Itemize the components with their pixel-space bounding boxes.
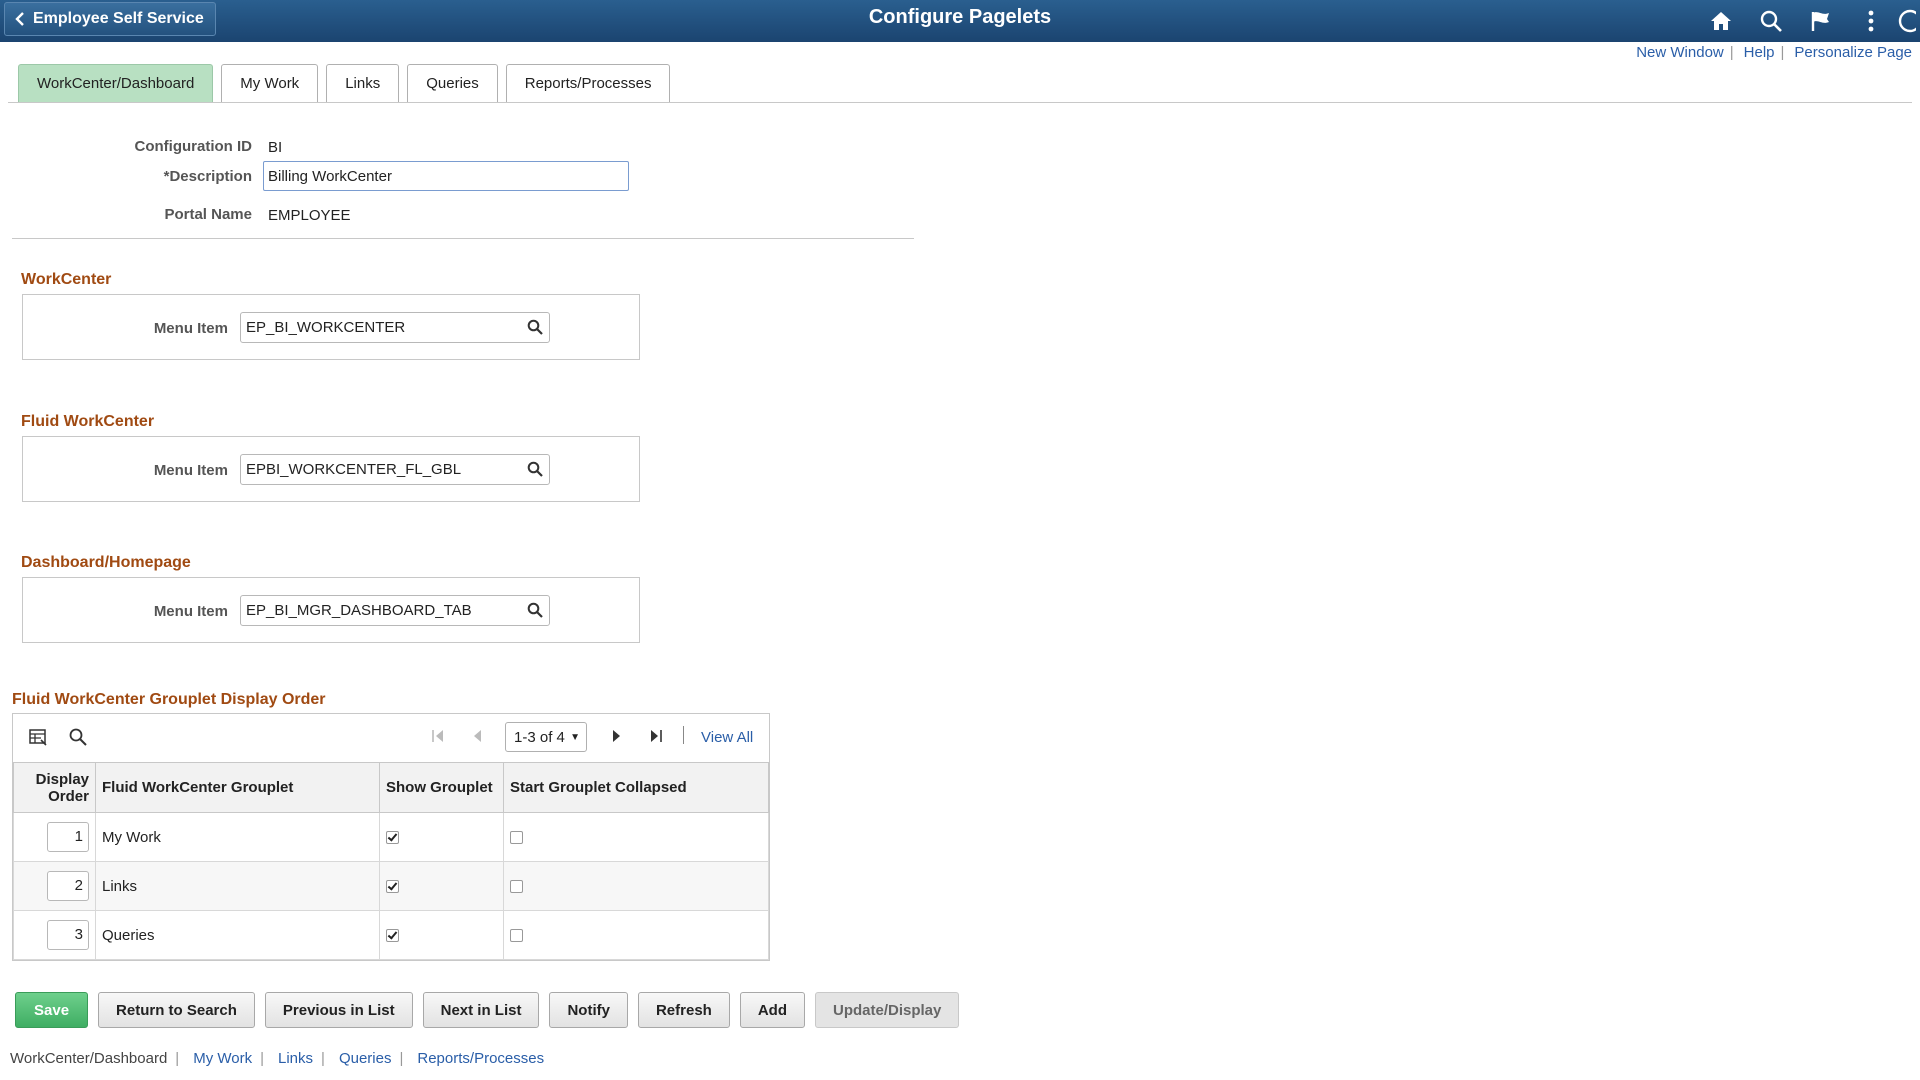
- grid-title: Fluid WorkCenter Grouplet Display Order: [12, 691, 326, 708]
- column-header-grouplet: Fluid WorkCenter Grouplet: [95, 762, 380, 813]
- table-row: 2 Links: [13, 861, 769, 911]
- next-page-icon[interactable]: [611, 728, 623, 744]
- divider: [12, 238, 914, 239]
- start-collapsed-checkbox[interactable]: [510, 880, 523, 894]
- grouplet-name: Links: [95, 861, 380, 911]
- page-selector[interactable]: 1-3 of 4 ▼: [505, 722, 587, 752]
- grouplet-grid: 1-3 of 4 ▼ View All Display Order Fluid …: [12, 713, 770, 961]
- column-header-start-collapsed: Start Grouplet Collapsed: [503, 762, 769, 813]
- personalize-grid-icon[interactable]: [29, 728, 47, 746]
- flag-icon[interactable]: [1796, 6, 1846, 36]
- start-collapsed-checkbox[interactable]: [510, 831, 523, 845]
- column-header-show-grouplet: Show Grouplet: [379, 762, 504, 813]
- page-range-text: 1-3 of 4: [514, 728, 565, 746]
- dashboard-homepage-box: Menu Item EP_BI_MGR_DASHBOARD_TAB: [22, 577, 640, 643]
- tab-divider: [8, 102, 1912, 103]
- banner: Employee Self Service Configure Pagelets: [0, 0, 1920, 42]
- fluid-workcenter-menu-item-field[interactable]: EPBI_WORKCENTER_FL_GBL: [240, 454, 550, 485]
- save-button[interactable]: Save: [15, 992, 89, 1028]
- portal-name-label: Portal Name: [164, 206, 252, 223]
- portal-name-value: EMPLOYEE: [268, 207, 351, 224]
- bottom-link-queries[interactable]: Queries: [339, 1050, 392, 1067]
- display-order-field[interactable]: 2: [47, 871, 89, 901]
- navbar-icon[interactable]: [1896, 6, 1920, 36]
- menu-item-label: Menu Item: [153, 462, 228, 479]
- lookup-icon[interactable]: [527, 319, 543, 335]
- display-order-field[interactable]: 1: [47, 822, 89, 852]
- tab-bar: WorkCenter/Dashboard My Work Links Queri…: [18, 64, 678, 102]
- display-order-field[interactable]: 3: [47, 920, 89, 950]
- lookup-icon[interactable]: [527, 461, 543, 477]
- table-row: 1 My Work: [13, 812, 769, 862]
- last-page-icon[interactable]: [649, 728, 663, 744]
- previous-page-icon[interactable]: [471, 728, 483, 744]
- bottom-links: WorkCenter/Dashboard | My Work | Links | Qu…: [10, 1050, 545, 1067]
- workcenter-box: Menu Item EP_BI_WORKCENTER: [22, 294, 640, 360]
- fluid-workcenter-box: Menu Item EPBI_WORKCENTER_FL_GBL: [22, 436, 640, 502]
- help-link[interactable]: Help: [1744, 44, 1775, 61]
- column-header-display-order: Display Order: [13, 762, 96, 813]
- dashboard-menu-item-field[interactable]: EP_BI_MGR_DASHBOARD_TAB: [240, 595, 550, 626]
- personalize-page-link[interactable]: Personalize Page: [1794, 44, 1912, 61]
- page-title: Configure Pagelets: [868, 6, 1052, 28]
- configuration-id-value: BI: [268, 139, 283, 156]
- workcenter-section-title: WorkCenter: [21, 271, 112, 288]
- grid-toolbar: 1-3 of 4 ▼ View All: [13, 714, 769, 762]
- more-vertical-icon[interactable]: [1846, 6, 1896, 36]
- start-collapsed-checkbox[interactable]: [510, 929, 523, 943]
- menu-item-label: Menu Item: [153, 603, 228, 620]
- chevron-down-icon: ▼: [570, 732, 580, 743]
- separator: [683, 726, 684, 744]
- description-label: *Description: [163, 168, 252, 185]
- home-icon[interactable]: [1696, 6, 1746, 36]
- dashboard-homepage-section-title: Dashboard/Homepage: [21, 554, 191, 571]
- first-page-icon[interactable]: [431, 728, 445, 744]
- bottom-link-workcenter-dashboard: WorkCenter/Dashboard: [10, 1050, 168, 1067]
- show-grouplet-checkbox[interactable]: [386, 880, 399, 894]
- bottom-link-my-work[interactable]: My Work: [193, 1050, 252, 1067]
- tab-reports-processes[interactable]: Reports/Processes: [505, 64, 671, 102]
- next-in-list-button[interactable]: Next in List: [422, 992, 540, 1028]
- search-icon[interactable]: [1746, 6, 1796, 36]
- menu-item-value: EPBI_WORKCENTER_FL_GBL: [246, 461, 462, 478]
- table-row: 3 Queries: [13, 910, 769, 960]
- update-display-button[interactable]: Update/Display: [815, 992, 960, 1028]
- show-grouplet-checkbox[interactable]: [386, 831, 399, 845]
- configuration-id-label: Configuration ID: [134, 138, 252, 155]
- show-grouplet-checkbox[interactable]: [386, 929, 399, 943]
- lookup-icon[interactable]: [527, 602, 543, 618]
- view-all-link[interactable]: View All: [701, 729, 753, 746]
- tab-workcenter-dashboard[interactable]: WorkCenter/Dashboard: [18, 64, 214, 102]
- tab-my-work[interactable]: My Work: [221, 64, 319, 102]
- bottom-link-reports-processes[interactable]: Reports/Processes: [417, 1050, 544, 1067]
- notify-button[interactable]: Notify: [549, 992, 628, 1028]
- add-button[interactable]: Add: [739, 992, 805, 1028]
- tab-queries[interactable]: Queries: [407, 64, 498, 102]
- return-to-search-button[interactable]: Return to Search: [98, 992, 255, 1028]
- grouplet-table: Display Order Fluid WorkCenter Grouplet …: [13, 762, 769, 960]
- tab-links[interactable]: Links: [326, 64, 400, 102]
- description-field[interactable]: [263, 161, 629, 191]
- menu-item-label: Menu Item: [153, 320, 228, 337]
- new-window-link[interactable]: New Window: [1636, 44, 1724, 61]
- grouplet-name: My Work: [95, 812, 380, 862]
- grouplet-name: Queries: [95, 910, 380, 960]
- menu-item-value: EP_BI_MGR_DASHBOARD_TAB: [246, 602, 472, 619]
- menu-item-value: EP_BI_WORKCENTER: [246, 319, 406, 336]
- workcenter-menu-item-field[interactable]: EP_BI_WORKCENTER: [240, 312, 550, 343]
- fluid-workcenter-section-title: Fluid WorkCenter: [21, 413, 155, 430]
- bottom-link-links[interactable]: Links: [278, 1050, 313, 1067]
- refresh-button[interactable]: Refresh: [637, 992, 730, 1028]
- previous-in-list-button[interactable]: Previous in List: [264, 992, 413, 1028]
- find-icon[interactable]: [69, 728, 87, 746]
- top-links: New Window | Help | Personalize Page: [1636, 44, 1912, 61]
- button-bar: Save Return to Search Previous in List N…: [15, 992, 969, 1028]
